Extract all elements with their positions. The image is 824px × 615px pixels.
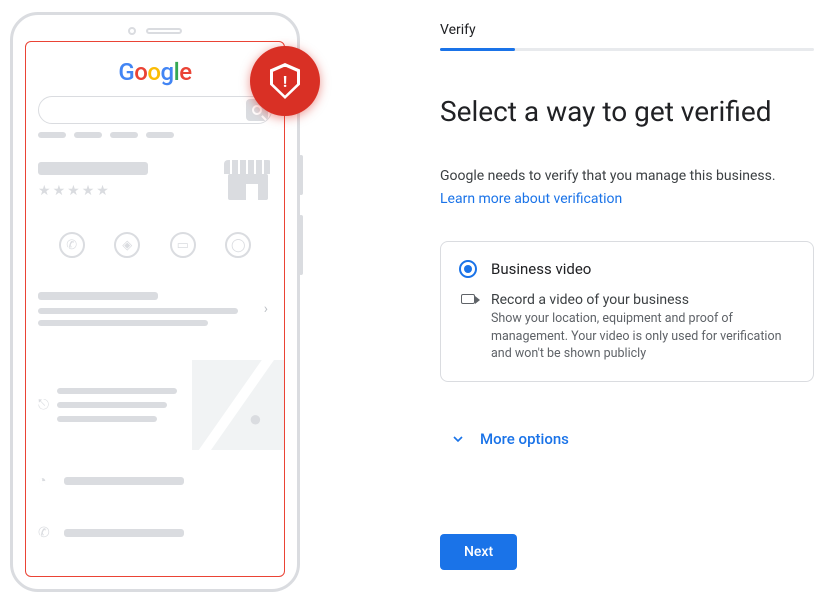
google-logo: Google xyxy=(38,58,272,86)
map-thumbnail: ● xyxy=(192,360,284,450)
option-detail: Show your location, equipment and proof … xyxy=(491,310,795,363)
page-title: Select a way to get verified xyxy=(440,95,814,128)
step-label: Verify xyxy=(440,22,814,38)
directions-action-icon: ◈ xyxy=(114,232,140,258)
option-title: Business video xyxy=(491,260,591,278)
storefront-icon xyxy=(224,160,272,200)
radio-selected[interactable] xyxy=(459,260,477,278)
phone-icon: ✆ xyxy=(38,525,54,541)
shield-icon: ! xyxy=(270,63,300,99)
phone-action-icon: ✆ xyxy=(59,232,85,258)
clock-icon: ◔ xyxy=(38,472,54,489)
website-action-icon: ◯ xyxy=(225,232,251,258)
phone-speaker xyxy=(128,27,182,35)
chevron-right-icon: › xyxy=(264,301,268,317)
location-pin-icon: ⎋ xyxy=(38,397,49,413)
star-rating-icon: ★★★★★ xyxy=(38,183,148,199)
phone-screen: Google ★★★★★ xyxy=(25,41,285,577)
save-action-icon: ▭ xyxy=(170,232,196,258)
option-subtitle: Record a video of your business xyxy=(491,292,795,308)
verification-option-card[interactable]: Business video Record a video of your bu… xyxy=(440,241,814,382)
description-text: Google needs to verify that you manage t… xyxy=(440,168,814,184)
search-bar-placeholder xyxy=(38,96,272,124)
progress-bar xyxy=(440,48,814,51)
next-button[interactable]: Next xyxy=(440,534,517,570)
learn-more-link[interactable]: Learn more about verification xyxy=(440,191,622,207)
more-options-toggle[interactable]: More options xyxy=(450,430,569,448)
chevron-down-icon xyxy=(450,431,466,447)
illustration-panel: Google ★★★★★ xyxy=(10,12,350,615)
video-camera-icon xyxy=(459,292,477,363)
map-pin-icon: ● xyxy=(249,406,262,432)
content-panel: Verify Select a way to get verified Goog… xyxy=(350,12,824,615)
warning-badge: ! xyxy=(250,46,320,116)
